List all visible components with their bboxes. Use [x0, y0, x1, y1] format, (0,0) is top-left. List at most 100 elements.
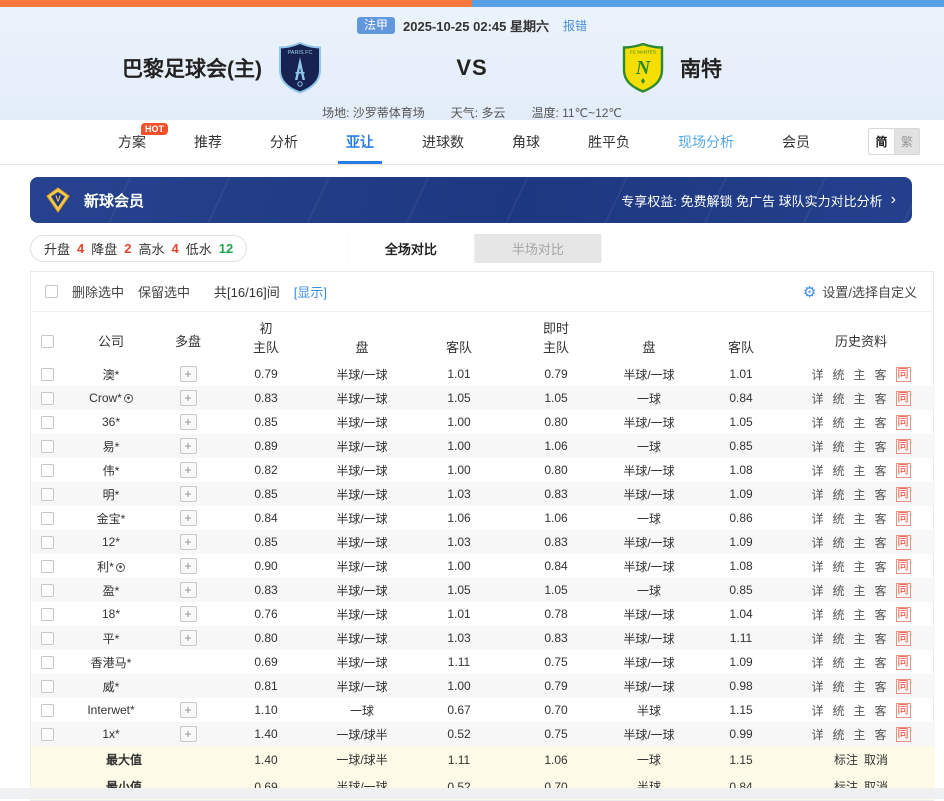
history-link-3[interactable]: 客 — [875, 582, 887, 599]
company-name[interactable]: 盈* — [103, 584, 120, 598]
company-name[interactable]: 平* — [103, 632, 120, 646]
history-link-4[interactable]: 同 — [896, 559, 911, 574]
history-link-0[interactable]: 详 — [811, 606, 823, 623]
history-link-3[interactable]: 客 — [875, 702, 887, 719]
row-checkbox[interactable] — [41, 536, 54, 549]
nav-tab-8[interactable]: 会员 — [782, 120, 810, 164]
company-name[interactable]: 澳* — [103, 368, 120, 382]
history-link-1[interactable]: 统 — [832, 438, 844, 455]
history-link-4[interactable]: 同 — [896, 703, 911, 718]
history-link-4[interactable]: 同 — [896, 415, 911, 430]
summary-action-0[interactable]: 标注 — [834, 753, 858, 767]
history-link-3[interactable]: 客 — [875, 534, 887, 551]
member-banner[interactable]: V 新球会员 专享权益: 免费解锁 免广告 球队实力对比分析 › — [30, 177, 912, 223]
history-link-0[interactable]: 详 — [811, 582, 823, 599]
row-checkbox[interactable] — [41, 632, 54, 645]
company-name[interactable]: 伟* — [103, 464, 120, 478]
history-link-4[interactable]: 同 — [896, 655, 911, 670]
select-all-checkbox[interactable] — [45, 285, 58, 298]
nav-tab-3[interactable]: 亚让 — [346, 120, 374, 164]
nav-tab-4[interactable]: 进球数 — [422, 120, 464, 164]
expand-multi-button[interactable]: + — [180, 486, 197, 502]
history-link-2[interactable]: 主 — [854, 510, 866, 527]
expand-multi-button[interactable]: + — [180, 438, 197, 454]
history-link-1[interactable]: 统 — [832, 366, 844, 383]
row-checkbox[interactable] — [41, 728, 54, 741]
history-link-3[interactable]: 客 — [875, 414, 887, 431]
history-link-3[interactable]: 客 — [875, 654, 887, 671]
history-link-4[interactable]: 同 — [896, 439, 911, 454]
history-link-2[interactable]: 主 — [854, 366, 866, 383]
history-link-1[interactable]: 统 — [832, 414, 844, 431]
expand-multi-button[interactable]: + — [180, 534, 197, 550]
history-link-1[interactable]: 统 — [832, 486, 844, 503]
company-name[interactable]: 1x* — [102, 727, 119, 741]
nav-tab-0[interactable]: 方案HOT — [118, 120, 146, 164]
nav-tab-7[interactable]: 现场分析 — [678, 120, 734, 164]
header-checkbox[interactable] — [41, 335, 54, 348]
history-link-2[interactable]: 主 — [854, 438, 866, 455]
row-checkbox[interactable] — [41, 440, 54, 453]
nav-tab-2[interactable]: 分析 — [270, 120, 298, 164]
history-link-0[interactable]: 详 — [811, 630, 823, 647]
history-link-2[interactable]: 主 — [854, 606, 866, 623]
history-link-3[interactable]: 客 — [875, 390, 887, 407]
history-link-2[interactable]: 主 — [854, 726, 866, 743]
expand-multi-button[interactable]: + — [180, 390, 197, 406]
history-link-1[interactable]: 统 — [832, 558, 844, 575]
expand-multi-button[interactable]: + — [180, 558, 197, 574]
history-link-3[interactable]: 客 — [875, 438, 887, 455]
show-link[interactable]: [显示] — [294, 282, 327, 301]
row-checkbox[interactable] — [41, 416, 54, 429]
history-link-0[interactable]: 详 — [811, 414, 823, 431]
company-name[interactable]: Interwet* — [87, 703, 134, 717]
history-link-4[interactable]: 同 — [896, 391, 911, 406]
history-link-1[interactable]: 统 — [832, 678, 844, 695]
expand-multi-button[interactable]: + — [180, 702, 197, 718]
history-link-4[interactable]: 同 — [896, 583, 911, 598]
banner-benefits-link[interactable]: 专享权益: 免费解锁 免广告 球队实力对比分析 › — [621, 191, 896, 210]
history-link-0[interactable]: 详 — [811, 390, 823, 407]
history-link-0[interactable]: 详 — [811, 486, 823, 503]
nav-tab-5[interactable]: 角球 — [512, 120, 540, 164]
expand-multi-button[interactable]: + — [180, 510, 197, 526]
history-link-1[interactable]: 统 — [832, 462, 844, 479]
company-name[interactable]: 36* — [102, 415, 120, 429]
history-link-2[interactable]: 主 — [854, 678, 866, 695]
row-checkbox[interactable] — [41, 704, 54, 717]
row-checkbox[interactable] — [41, 680, 54, 693]
company-name[interactable]: 易* — [103, 440, 120, 454]
history-link-2[interactable]: 主 — [854, 486, 866, 503]
history-link-1[interactable]: 统 — [832, 630, 844, 647]
row-checkbox[interactable] — [41, 368, 54, 381]
history-link-3[interactable]: 客 — [875, 558, 887, 575]
history-link-0[interactable]: 详 — [811, 702, 823, 719]
history-link-2[interactable]: 主 — [854, 582, 866, 599]
summary-action-1[interactable]: 取消 — [864, 753, 888, 767]
history-link-3[interactable]: 客 — [875, 726, 887, 743]
history-link-4[interactable]: 同 — [896, 487, 911, 502]
expand-multi-button[interactable]: + — [180, 726, 197, 742]
history-link-0[interactable]: 详 — [811, 438, 823, 455]
history-link-4[interactable]: 同 — [896, 679, 911, 694]
row-checkbox[interactable] — [41, 392, 54, 405]
expand-multi-button[interactable]: + — [180, 582, 197, 598]
history-link-0[interactable]: 详 — [811, 534, 823, 551]
company-name[interactable]: 12* — [102, 535, 120, 549]
history-link-1[interactable]: 统 — [832, 606, 844, 623]
history-link-1[interactable]: 统 — [832, 390, 844, 407]
row-checkbox[interactable] — [41, 560, 54, 573]
history-link-4[interactable]: 同 — [896, 463, 911, 478]
history-link-2[interactable]: 主 — [854, 630, 866, 647]
company-name[interactable]: 18* — [102, 607, 120, 621]
history-link-0[interactable]: 详 — [811, 462, 823, 479]
history-link-3[interactable]: 客 — [875, 678, 887, 695]
history-link-2[interactable]: 主 — [854, 558, 866, 575]
history-link-1[interactable]: 统 — [832, 702, 844, 719]
row-checkbox[interactable] — [41, 464, 54, 477]
history-link-0[interactable]: 详 — [811, 366, 823, 383]
history-link-0[interactable]: 详 — [811, 510, 823, 527]
row-checkbox[interactable] — [41, 512, 54, 525]
expand-multi-button[interactable]: + — [180, 630, 197, 646]
row-checkbox[interactable] — [41, 656, 54, 669]
